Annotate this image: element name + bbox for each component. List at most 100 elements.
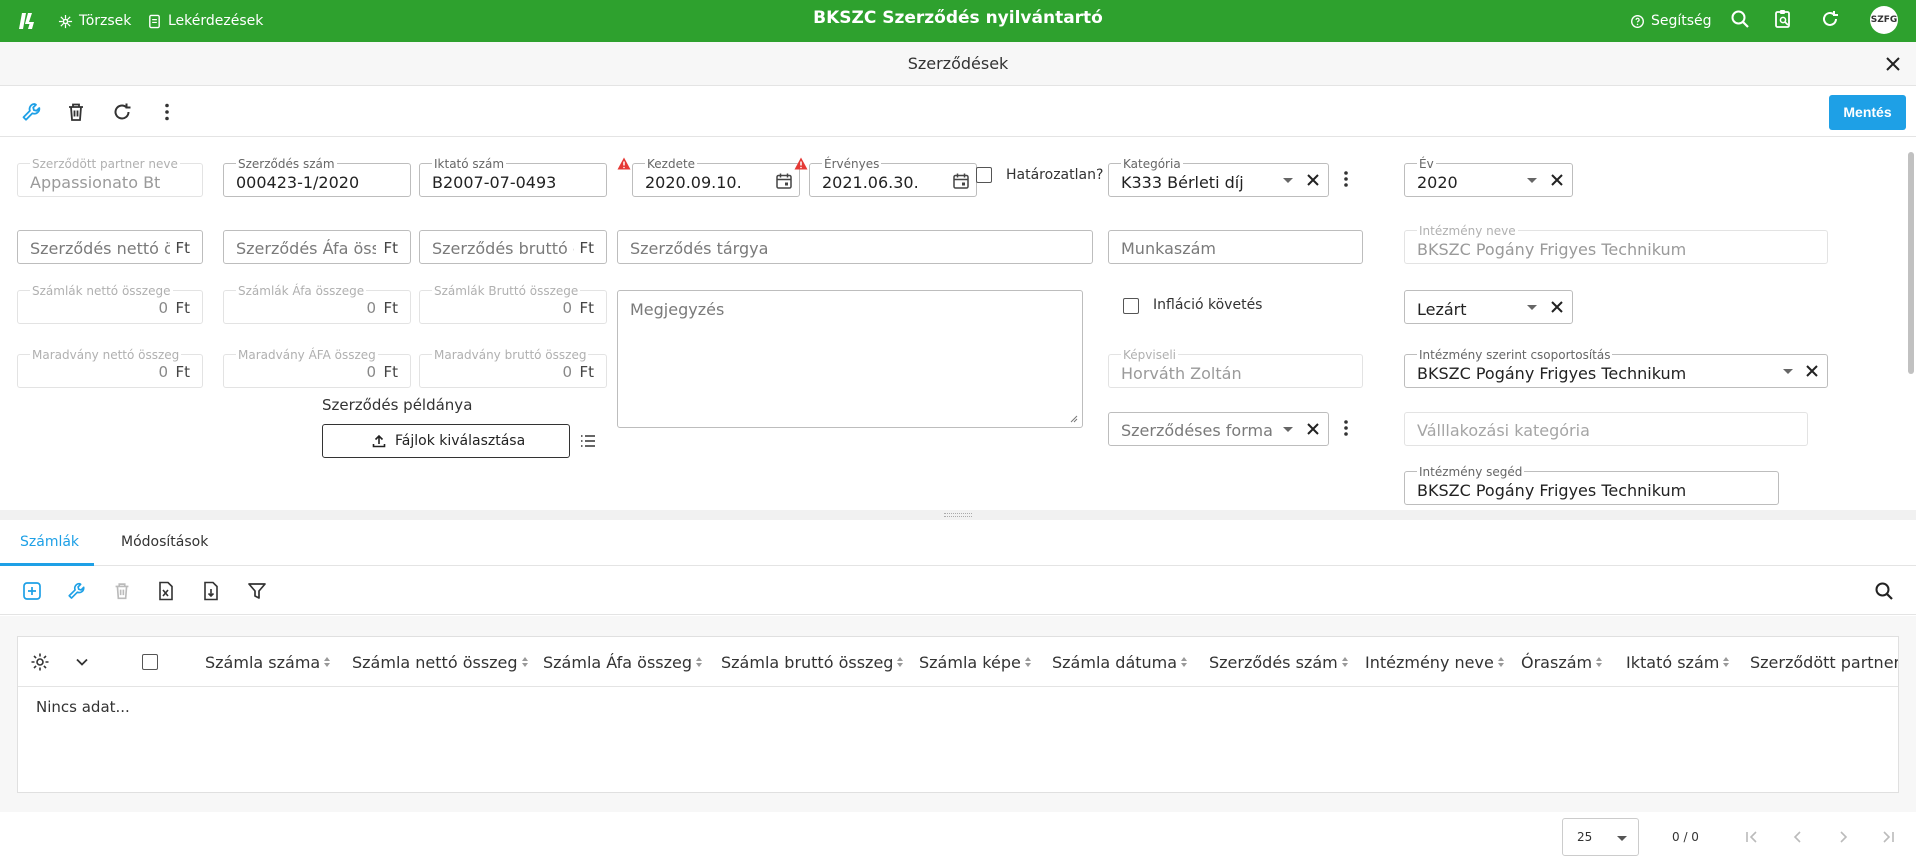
help-label: Segítség — [1651, 13, 1712, 29]
clipboard-search-icon[interactable] — [1772, 8, 1794, 30]
column-title: Iktató szám — [1626, 653, 1720, 672]
help-button[interactable]: Segítség — [1630, 0, 1712, 42]
select-files-button[interactable]: Fájlok kiválasztása — [322, 424, 570, 458]
page-size-select[interactable]: 25 — [1562, 818, 1639, 856]
clear-icon[interactable] — [1304, 420, 1322, 438]
tab-invoices[interactable]: Számlák — [20, 534, 79, 550]
field-placeholder: Szerződés Áfa össz — [236, 239, 376, 258]
first-page-icon[interactable] — [1743, 828, 1761, 846]
search-icon[interactable] — [1729, 8, 1751, 30]
more-vertical-icon[interactable] — [1337, 168, 1355, 190]
inflation-tracking-checkbox[interactable] — [1123, 298, 1139, 314]
more-vertical-icon[interactable] — [1337, 417, 1355, 439]
chevron-down-icon[interactable] — [1283, 178, 1293, 183]
field-value: 2020.09.10. — [645, 173, 742, 192]
save-button[interactable]: Mentés — [1829, 95, 1906, 130]
close-icon[interactable] — [1882, 53, 1904, 75]
resize-handle-icon[interactable] — [1068, 413, 1078, 423]
list-icon[interactable] — [579, 432, 597, 450]
nav-torzsek[interactable]: Törzsek — [58, 0, 131, 42]
wrench-icon[interactable] — [20, 100, 44, 124]
clear-icon[interactable] — [1548, 298, 1566, 316]
select-files-label: Fájlok kiválasztása — [395, 433, 526, 449]
next-page-icon[interactable] — [1834, 828, 1852, 846]
start-date-field[interactable]: Kezdete 2020.09.10. — [632, 158, 800, 197]
filter-icon[interactable] — [246, 580, 268, 602]
column-header[interactable]: Számla Áfa összeg — [543, 653, 703, 672]
previous-page-icon[interactable] — [1789, 828, 1807, 846]
search-icon[interactable] — [1873, 580, 1895, 602]
chevron-down-icon[interactable] — [74, 654, 90, 670]
trash-icon[interactable] — [111, 580, 133, 602]
import-icon[interactable] — [200, 580, 222, 602]
column-header[interactable]: Számla képe — [919, 653, 1032, 672]
wrench-icon[interactable] — [66, 580, 88, 602]
remaining-net-field: Maradvány nettó összeg 0 Ft — [17, 349, 203, 388]
column-header[interactable]: Intézmény neve — [1365, 653, 1505, 672]
column-header[interactable]: Számla száma — [205, 653, 331, 672]
tab-modifications[interactable]: Módosítások — [121, 534, 208, 550]
contract-number-field[interactable]: Szerződés szám 000423-1/2020 — [223, 158, 411, 197]
indefinite-checkbox[interactable] — [976, 167, 992, 183]
field-label: Maradvány nettó összeg — [30, 348, 182, 362]
chevron-down-icon[interactable] — [1527, 178, 1537, 183]
work-number-field[interactable]: Munkaszám — [1108, 230, 1363, 264]
group-by-institution-select[interactable]: Intézmény szerint csoportosítás BKSZC Po… — [1404, 349, 1828, 388]
filing-number-field[interactable]: Iktató szám B2007-07-0493 — [419, 158, 607, 197]
contract-gross-amount-field[interactable]: Szerződés bruttó öss Ft — [419, 230, 607, 264]
column-header[interactable]: Óraszám — [1521, 653, 1603, 672]
column-header[interactable]: Iktató szám — [1626, 653, 1730, 672]
refresh-icon[interactable] — [110, 100, 134, 124]
field-value: 0 — [366, 299, 376, 317]
column-header[interactable]: Szerződés szám — [1209, 653, 1349, 672]
contract-form-select[interactable]: Szerződéses forma — [1108, 412, 1329, 446]
contract-net-amount-field[interactable]: Szerződés nettó össz Ft — [17, 230, 203, 264]
user-avatar[interactable]: SZFG — [1870, 6, 1898, 34]
document-icon — [149, 14, 160, 28]
add-icon[interactable] — [21, 580, 43, 602]
sort-icon — [324, 657, 331, 667]
field-placeholder: Szerződés bruttó öss — [432, 239, 574, 258]
scrollbar-thumb[interactable] — [1908, 152, 1914, 374]
field-placeholder: Szerződéses forma — [1121, 421, 1273, 440]
gear-icon[interactable] — [30, 652, 50, 672]
institution-helper-field[interactable]: Intézmény segéd BKSZC Pogány Frigyes Tec… — [1404, 466, 1779, 505]
contract-vat-amount-field[interactable]: Szerződés Áfa össz Ft — [223, 230, 411, 264]
column-header[interactable]: Számla nettó összeg — [352, 653, 529, 672]
indefinite-label: Határozatlan? — [1006, 167, 1104, 183]
sort-icon — [1341, 657, 1349, 667]
form-scrollbar[interactable] — [1906, 138, 1916, 510]
last-page-icon[interactable] — [1879, 828, 1897, 846]
splitter-grip-icon[interactable] — [944, 513, 972, 517]
nav-label: Törzsek — [79, 13, 132, 29]
column-header[interactable]: Szerződött partner n — [1750, 653, 1898, 672]
trash-icon[interactable] — [64, 100, 88, 124]
valid-until-field[interactable]: Érvényes 2021.06.30. — [809, 158, 977, 197]
grid-header: Számla száma Számla nettó összeg Számla … — [18, 637, 1898, 687]
status-select[interactable]: Lezárt — [1404, 290, 1573, 324]
column-header[interactable]: Számla bruttó összeg — [721, 653, 904, 672]
notes-textarea[interactable]: Megjegyzés — [617, 290, 1083, 428]
grid-toolbar — [0, 567, 1916, 615]
refresh-icon[interactable] — [1819, 8, 1841, 30]
clear-icon[interactable] — [1548, 171, 1566, 189]
calendar-icon[interactable] — [952, 172, 970, 190]
nav-lekerdezesek[interactable]: Lekérdezések — [147, 0, 263, 42]
representative-field: Képviseli Horváth Zoltán — [1108, 349, 1363, 388]
pane-splitter[interactable] — [0, 510, 1916, 520]
clear-icon[interactable] — [1803, 362, 1821, 380]
calendar-icon[interactable] — [775, 172, 793, 190]
chevron-down-icon[interactable] — [1527, 305, 1537, 310]
chevron-down-icon[interactable] — [1783, 369, 1793, 374]
column-header[interactable]: Számla dátuma — [1052, 653, 1188, 672]
app-logo-icon[interactable] — [16, 10, 38, 32]
category-select[interactable]: Kategória K333 Bérleti díj — [1108, 158, 1329, 197]
year-select[interactable]: Év 2020 — [1404, 158, 1573, 197]
app-title: BKSZC Szerződés nyilvántartó — [813, 8, 1103, 28]
chevron-down-icon[interactable] — [1283, 427, 1293, 432]
excel-export-icon[interactable] — [155, 580, 177, 602]
select-all-checkbox[interactable] — [142, 654, 158, 670]
clear-icon[interactable] — [1304, 171, 1322, 189]
more-vertical-icon[interactable] — [155, 100, 179, 124]
contract-subject-field[interactable]: Szerződés tárgya — [617, 230, 1093, 264]
